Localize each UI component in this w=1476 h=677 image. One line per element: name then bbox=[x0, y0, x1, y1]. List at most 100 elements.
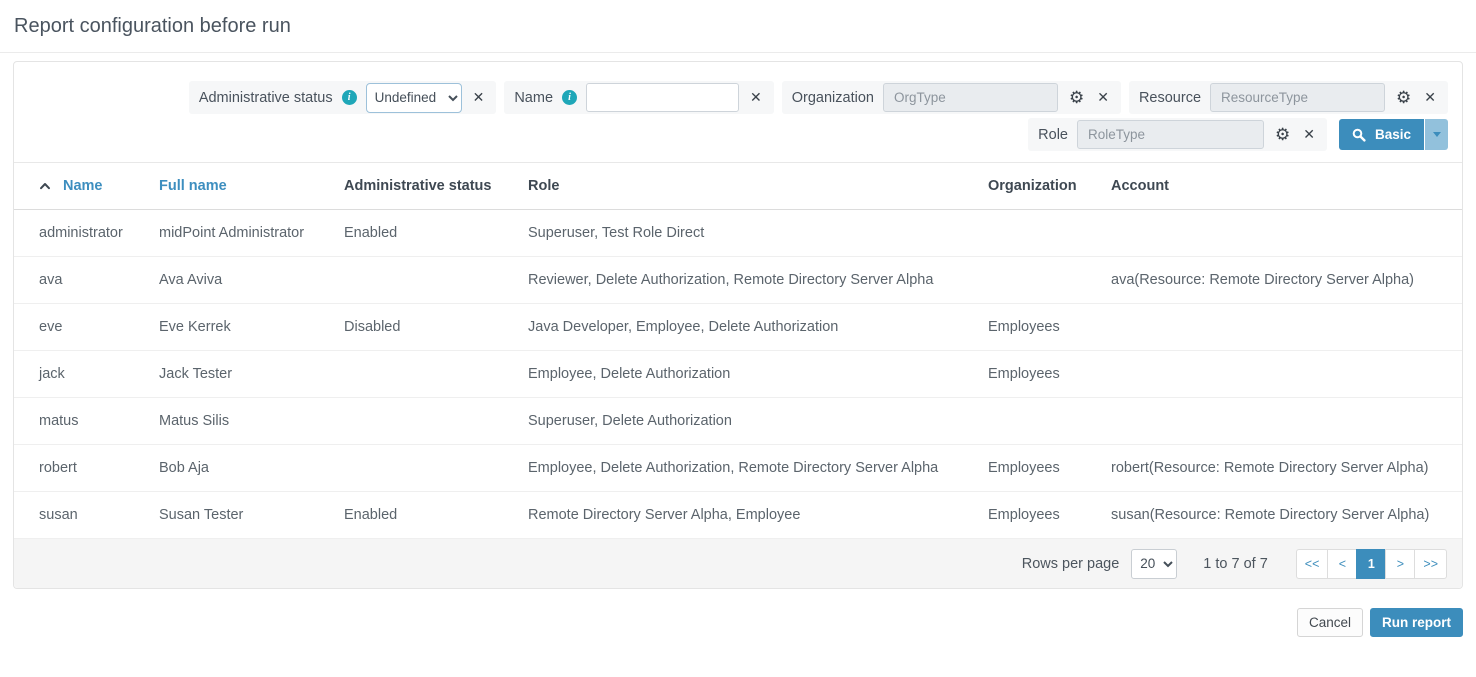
table-row[interactable]: robert Bob Aja Employee, Delete Authoriz… bbox=[14, 445, 1462, 492]
cell-name: eve bbox=[14, 304, 159, 351]
cell-role: Java Developer, Employee, Delete Authori… bbox=[528, 304, 988, 351]
cell-account bbox=[1111, 398, 1462, 445]
cell-role: Employee, Delete Authorization bbox=[528, 351, 988, 398]
resource-settings-button[interactable]: ⚙ bbox=[1394, 88, 1413, 107]
remove-name-filter-button[interactable]: ✕ bbox=[748, 89, 764, 105]
column-header-name-link[interactable]: Name bbox=[63, 178, 103, 194]
search-icon bbox=[1352, 128, 1366, 142]
column-header-organization: Organization bbox=[988, 163, 1111, 210]
table-row[interactable]: ava Ava Aviva Reviewer, Delete Authoriza… bbox=[14, 257, 1462, 304]
info-icon[interactable]: i bbox=[562, 90, 577, 105]
cell-role: Superuser, Test Role Direct bbox=[528, 210, 988, 257]
remove-role-filter-button[interactable]: ✕ bbox=[1301, 126, 1317, 142]
cell-name: susan bbox=[14, 492, 159, 539]
cell-organization: Employees bbox=[988, 351, 1111, 398]
pagination-range-text: 1 to 7 of 7 bbox=[1203, 556, 1268, 572]
filter-admin-status-label: Administrative status bbox=[199, 90, 333, 106]
column-header-name: Name bbox=[14, 163, 159, 210]
table-row[interactable]: eve Eve Kerrek Disabled Java Developer, … bbox=[14, 304, 1462, 351]
filter-role: Role ⚙ ✕ bbox=[1028, 118, 1327, 151]
role-settings-button[interactable]: ⚙ bbox=[1273, 125, 1292, 144]
cell-organization: Employees bbox=[988, 492, 1111, 539]
column-header-full-name-link[interactable]: Full name bbox=[159, 178, 227, 194]
cell-organization bbox=[988, 398, 1111, 445]
cell-admin-status bbox=[344, 351, 528, 398]
basic-search-label: Basic bbox=[1375, 127, 1411, 142]
close-icon: ✕ bbox=[1424, 89, 1436, 105]
page-1-button[interactable]: 1 bbox=[1356, 549, 1386, 579]
previous-page-button[interactable]: < bbox=[1327, 549, 1357, 579]
role-type-input[interactable] bbox=[1077, 120, 1264, 149]
cell-full-name: midPoint Administrator bbox=[159, 210, 344, 257]
remove-admin-status-filter-button[interactable]: ✕ bbox=[471, 89, 487, 105]
column-header-account: Account bbox=[1111, 163, 1462, 210]
cell-admin-status bbox=[344, 445, 528, 492]
remove-organization-filter-button[interactable]: ✕ bbox=[1095, 89, 1111, 105]
resource-type-input[interactable] bbox=[1210, 83, 1385, 112]
page-header: Report configuration before run bbox=[0, 0, 1476, 53]
cell-account bbox=[1111, 351, 1462, 398]
table-row[interactable]: administrator midPoint Administrator Ena… bbox=[14, 210, 1462, 257]
admin-status-select[interactable]: Undefined bbox=[366, 83, 462, 113]
cell-name: matus bbox=[14, 398, 159, 445]
search-mode-dropdown-button[interactable] bbox=[1425, 119, 1448, 150]
rows-per-page-label: Rows per page bbox=[1022, 556, 1120, 572]
cell-organization: Employees bbox=[988, 445, 1111, 492]
info-icon[interactable]: i bbox=[342, 90, 357, 105]
cell-full-name: Eve Kerrek bbox=[159, 304, 344, 351]
gear-icon: ⚙ bbox=[1396, 88, 1411, 107]
close-icon: ✕ bbox=[473, 89, 485, 105]
filter-role-label: Role bbox=[1038, 127, 1068, 143]
close-icon: ✕ bbox=[1303, 126, 1315, 142]
rows-per-page-select[interactable]: 20 bbox=[1131, 549, 1177, 579]
search-split-button: Basic bbox=[1339, 119, 1448, 150]
organization-type-input[interactable] bbox=[883, 83, 1058, 112]
remove-resource-filter-button[interactable]: ✕ bbox=[1422, 89, 1438, 105]
table-row[interactable]: jack Jack Tester Employee, Delete Author… bbox=[14, 351, 1462, 398]
cell-account bbox=[1111, 304, 1462, 351]
cell-full-name: Matus Silis bbox=[159, 398, 344, 445]
cell-admin-status bbox=[344, 257, 528, 304]
search-row-2: Role ⚙ ✕ Basic bbox=[28, 118, 1448, 151]
gear-icon: ⚙ bbox=[1275, 125, 1290, 144]
cell-admin-status bbox=[344, 398, 528, 445]
filter-name: Name i ✕ bbox=[504, 81, 773, 114]
cell-name: administrator bbox=[14, 210, 159, 257]
basic-search-button[interactable]: Basic bbox=[1339, 119, 1424, 150]
pager: << < 1 > >> bbox=[1296, 549, 1447, 579]
action-bar: Cancel Run report bbox=[0, 589, 1476, 654]
cell-account: susan(Resource: Remote Directory Server … bbox=[1111, 492, 1462, 539]
organization-settings-button[interactable]: ⚙ bbox=[1067, 88, 1086, 107]
results-table: Name Full name Administrative status Rol… bbox=[14, 162, 1462, 538]
gear-icon: ⚙ bbox=[1069, 88, 1084, 107]
cell-name: jack bbox=[14, 351, 159, 398]
cell-full-name: Bob Aja bbox=[159, 445, 344, 492]
run-report-button[interactable]: Run report bbox=[1370, 608, 1463, 637]
table-header-row: Name Full name Administrative status Rol… bbox=[14, 163, 1462, 210]
cancel-button[interactable]: Cancel bbox=[1297, 608, 1363, 637]
cell-organization bbox=[988, 210, 1111, 257]
close-icon: ✕ bbox=[750, 89, 762, 105]
cell-account: ava(Resource: Remote Directory Server Al… bbox=[1111, 257, 1462, 304]
table-row[interactable]: susan Susan Tester Enabled Remote Direct… bbox=[14, 492, 1462, 539]
cell-full-name: Jack Tester bbox=[159, 351, 344, 398]
last-page-button[interactable]: >> bbox=[1414, 549, 1447, 579]
first-page-button[interactable]: << bbox=[1296, 549, 1329, 579]
cell-full-name: Ava Aviva bbox=[159, 257, 344, 304]
name-filter-input[interactable] bbox=[586, 83, 739, 112]
cell-admin-status: Enabled bbox=[344, 210, 528, 257]
report-config-panel: Administrative status i Undefined ✕ Name… bbox=[13, 61, 1463, 589]
search-row-1: Administrative status i Undefined ✕ Name… bbox=[28, 81, 1448, 114]
table-row[interactable]: matus Matus Silis Superuser, Delete Auth… bbox=[14, 398, 1462, 445]
cell-full-name: Susan Tester bbox=[159, 492, 344, 539]
column-header-role: Role bbox=[528, 163, 988, 210]
sort-ascending-icon[interactable] bbox=[39, 182, 51, 190]
next-page-button[interactable]: > bbox=[1385, 549, 1415, 579]
page-title: Report configuration before run bbox=[14, 15, 1462, 38]
cell-admin-status: Enabled bbox=[344, 492, 528, 539]
cell-name: robert bbox=[14, 445, 159, 492]
filter-resource: Resource ⚙ ✕ bbox=[1129, 81, 1448, 114]
cell-role: Reviewer, Delete Authorization, Remote D… bbox=[528, 257, 988, 304]
caret-down-icon bbox=[1433, 132, 1441, 137]
column-header-admin-status: Administrative status bbox=[344, 163, 528, 210]
